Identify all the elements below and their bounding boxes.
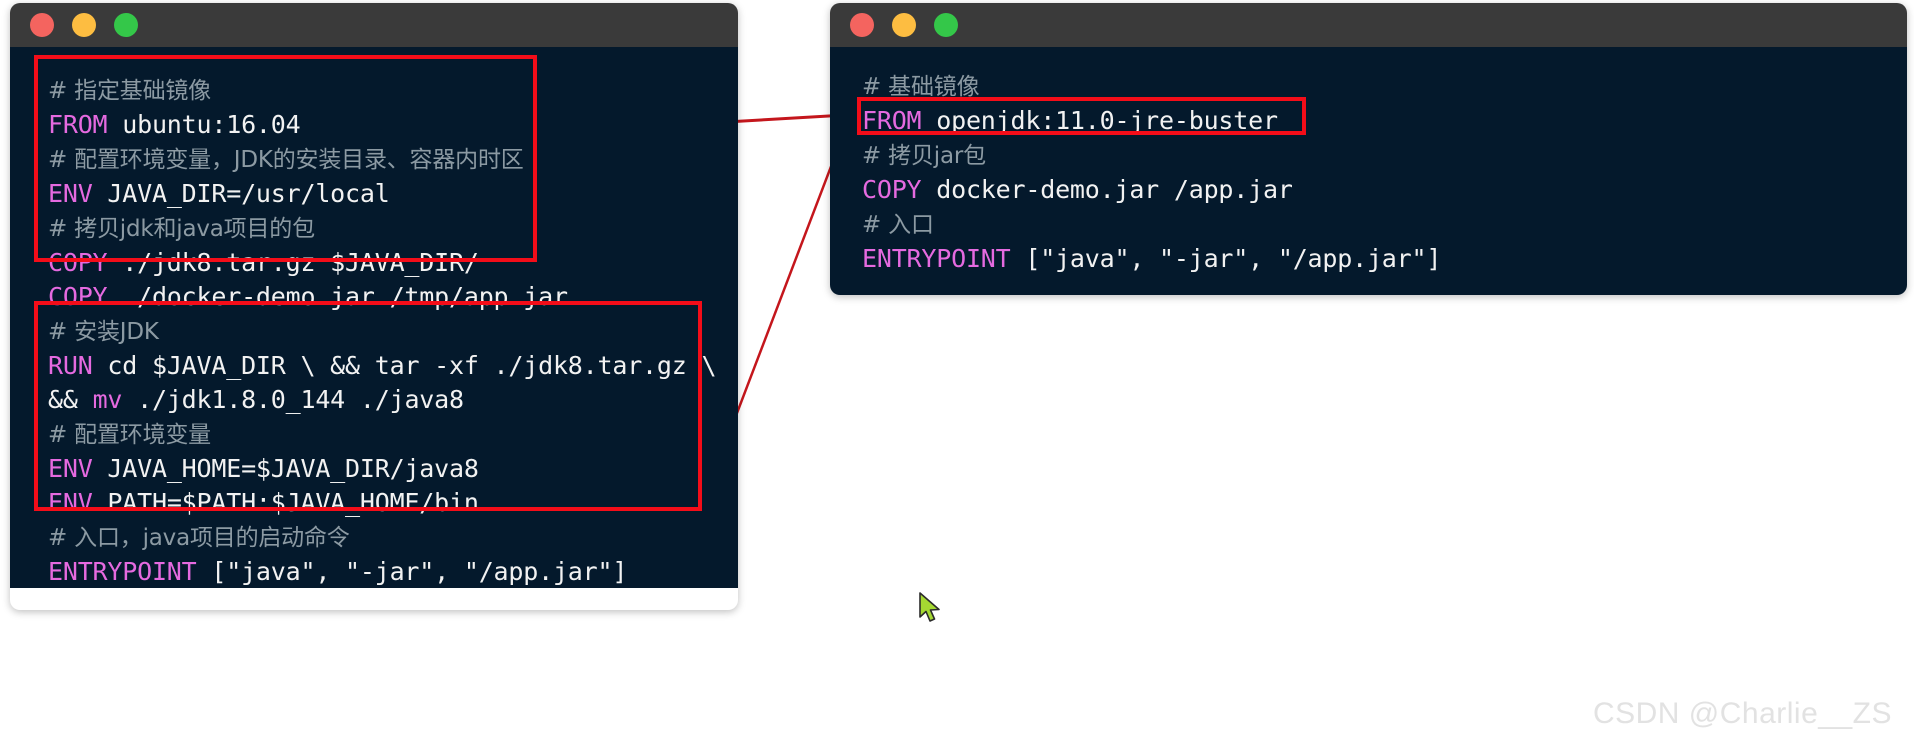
close-button[interactable] bbox=[850, 13, 874, 37]
comment-text: # 配置环境变量 bbox=[48, 422, 211, 448]
code-line: # 拷贝jar包 bbox=[830, 138, 1907, 173]
comment-text: # 指定基础镜像 bbox=[48, 78, 211, 104]
code-text: && bbox=[48, 385, 78, 414]
shell-command: mv bbox=[92, 385, 123, 414]
code-line: # 安装JDK bbox=[10, 314, 738, 349]
code-text: JAVA_HOME=$JAVA_DIR/java8 bbox=[92, 454, 479, 483]
code-text: ./jdk8.tar.gz $JAVA_DIR/ bbox=[107, 248, 479, 277]
code-text: docker-demo.jar /app.jar bbox=[921, 175, 1293, 204]
dockerfile-keyword: COPY bbox=[862, 175, 922, 204]
terminal-window-right: # 基础镜像 FROM openjdk:11.0-jre-buster # 拷贝… bbox=[830, 3, 1907, 295]
terminal-window-left: # 指定基础镜像 FROM ubuntu:16.04 # 配置环境变量，JDK的… bbox=[10, 3, 738, 610]
code-line: COPY docker-demo.jar /app.jar bbox=[830, 173, 1907, 207]
code-text: ubuntu:16.04 bbox=[107, 110, 301, 139]
code-line: # 基础镜像 bbox=[830, 69, 1907, 104]
code-line: RUN cd $JAVA_DIR \ && tar -xf ./jdk8.tar… bbox=[10, 349, 738, 383]
comment-text: # 拷贝jdk和java项目的包 bbox=[48, 216, 315, 242]
comment-text: # 基础镜像 bbox=[862, 74, 980, 100]
dockerfile-keyword: RUN bbox=[48, 351, 93, 380]
csdn-watermark: CSDN @Charlie__ZS bbox=[1592, 697, 1892, 730]
dockerfile-keyword: ENV bbox=[48, 179, 93, 208]
code-line: COPY ./jdk8.tar.gz $JAVA_DIR/ bbox=[10, 246, 738, 280]
dockerfile-keyword: FROM bbox=[862, 106, 922, 135]
maximize-button[interactable] bbox=[934, 13, 958, 37]
comment-text: # 入口 bbox=[862, 212, 934, 238]
minimize-button[interactable] bbox=[72, 13, 96, 37]
code-area-right[interactable]: # 基础镜像 FROM openjdk:11.0-jre-buster # 拷贝… bbox=[830, 47, 1907, 295]
minimize-button[interactable] bbox=[892, 13, 916, 37]
dockerfile-keyword: COPY bbox=[48, 282, 108, 311]
code-line: # 入口 bbox=[830, 207, 1907, 242]
code-line: && mv ./jdk1.8.0_144 ./java8 bbox=[48, 385, 464, 414]
code-text: JAVA_DIR=/usr/local bbox=[92, 179, 390, 208]
code-line: # 拷贝jdk和java项目的包 bbox=[10, 211, 738, 246]
code-area-left[interactable]: # 指定基础镜像 FROM ubuntu:16.04 # 配置环境变量，JDK的… bbox=[10, 47, 738, 588]
dockerfile-keyword: ENV bbox=[48, 488, 93, 517]
mouse-pointer-icon bbox=[919, 592, 940, 622]
maximize-button[interactable] bbox=[114, 13, 138, 37]
comment-text: # 入口，java项目的启动命令 bbox=[48, 525, 350, 551]
code-text: ./docker-demo.jar /tmp/app.jar bbox=[107, 282, 568, 311]
code-line: # 配置环境变量 bbox=[10, 417, 738, 452]
comment-text: # 拷贝jar包 bbox=[862, 143, 986, 169]
dockerfile-keyword: ENTRYPOINT bbox=[48, 557, 197, 586]
code-text: openjdk:11.0-jre-buster bbox=[921, 106, 1278, 135]
code-line: # 入口，java项目的启动命令 bbox=[10, 520, 738, 555]
dockerfile-keyword: FROM bbox=[48, 110, 108, 139]
code-line: ENV JAVA_HOME=$JAVA_DIR/java8 bbox=[10, 452, 738, 486]
code-line: ENV PATH=$PATH:$JAVA_HOME/bin bbox=[10, 486, 738, 520]
code-line: ENTRYPOINT ["java", "-jar", "/app.jar"] bbox=[10, 555, 738, 589]
code-line: FROM openjdk:11.0-jre-buster bbox=[830, 104, 1907, 138]
dockerfile-keyword: ENTRYPOINT bbox=[862, 244, 1011, 273]
code-text: ["java", "-jar", "/app.jar"] bbox=[196, 557, 628, 586]
comment-text: # 安装JDK bbox=[48, 319, 159, 345]
code-line: FROM ubuntu:16.04 bbox=[10, 108, 738, 142]
dockerfile-keyword: ENV bbox=[48, 454, 93, 483]
code-line: COPY ./docker-demo.jar /tmp/app.jar bbox=[10, 280, 738, 314]
code-line: ENV JAVA_DIR=/usr/local bbox=[10, 177, 738, 211]
dockerfile-keyword: COPY bbox=[48, 248, 108, 277]
code-text: ["java", "-jar", "/app.jar"] bbox=[1010, 244, 1442, 273]
code-text: cd $JAVA_DIR \ && tar -xf ./jdk8.tar.gz … bbox=[92, 351, 717, 380]
code-text: PATH=$PATH:$JAVA_HOME/bin bbox=[92, 488, 479, 517]
code-line: # 指定基础镜像 bbox=[10, 73, 738, 108]
comment-text: # 配置环境变量，JDK的安装目录、容器内时区 bbox=[48, 147, 524, 173]
code-line: ENTRYPOINT ["java", "-jar", "/app.jar"] bbox=[830, 242, 1907, 276]
code-line: # 配置环境变量，JDK的安装目录、容器内时区 bbox=[10, 142, 738, 177]
close-button[interactable] bbox=[30, 13, 54, 37]
titlebar-right bbox=[830, 3, 1907, 47]
titlebar-left bbox=[10, 3, 738, 47]
